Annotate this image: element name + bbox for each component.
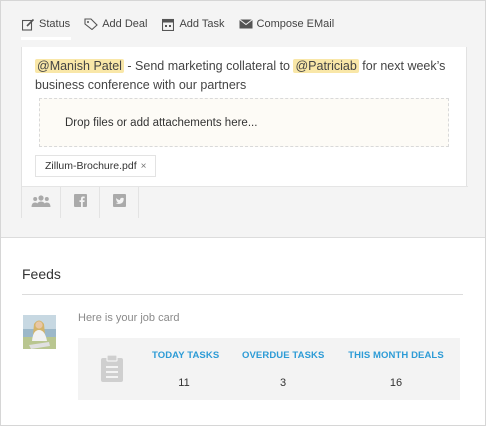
stat-label: THIS MONTH DEALS xyxy=(348,350,444,361)
tab-add-deal-label: Add Deal xyxy=(102,18,148,30)
job-card-label: Here is your job card xyxy=(78,312,180,324)
mention-tag[interactable]: @Manish Patel xyxy=(35,59,124,73)
share-toolbar xyxy=(22,186,468,218)
tab-add-task[interactable]: Add Task xyxy=(161,17,225,31)
attachment-dropzone[interactable]: Drop files or add attachements here... xyxy=(39,98,449,147)
composer-tabs: Status Add Deal Add Task Compose EMail xyxy=(21,14,348,34)
avatar[interactable] xyxy=(23,315,56,349)
stat-label: TODAY TASKS xyxy=(152,350,220,361)
attachment-name: Zillum-Brochure.pdf xyxy=(45,160,137,172)
composer-panel: Status Add Deal Add Task Compose EMail @… xyxy=(1,1,485,238)
clipboard-icon xyxy=(101,354,123,387)
stat-overdue-tasks[interactable]: OVERDUE TASKS 3 xyxy=(242,350,324,389)
tab-add-task-label: Add Task xyxy=(179,18,225,30)
feeds-divider xyxy=(22,294,463,295)
facebook-icon xyxy=(73,193,87,212)
tab-add-deal[interactable]: Add Deal xyxy=(84,17,147,31)
stat-label: OVERDUE TASKS xyxy=(242,350,325,361)
mention-tag[interactable]: @Patriciab xyxy=(293,59,359,73)
twitter-icon xyxy=(112,193,126,212)
status-message[interactable]: @Manish Patel - Send marketing collatera… xyxy=(35,57,455,95)
attachment-chip: Zillum-Brochure.pdf × xyxy=(35,155,157,177)
feeds-heading: Feeds xyxy=(22,266,61,282)
job-card: TODAY TASKS 11 OVERDUE TASKS 3 THIS MONT… xyxy=(78,338,460,400)
tab-compose-email[interactable]: Compose EMail xyxy=(238,17,335,31)
envelope-icon xyxy=(238,17,253,31)
stat-this-month-deals[interactable]: THIS MONTH DEALS 16 xyxy=(348,350,444,389)
active-tab-indicator xyxy=(21,37,71,40)
status-composer[interactable]: @Manish Patel - Send marketing collatera… xyxy=(21,47,468,218)
stat-value: 16 xyxy=(389,377,403,389)
share-facebook-button[interactable] xyxy=(61,187,100,218)
share-people-button[interactable] xyxy=(22,187,61,218)
edit-icon xyxy=(21,17,35,31)
share-twitter-button[interactable] xyxy=(100,187,139,218)
calendar-icon xyxy=(161,17,175,31)
dropzone-label: Drop files or add attachements here... xyxy=(65,116,258,129)
app-frame: Status Add Deal Add Task Compose EMail @… xyxy=(0,0,486,426)
tab-status-label: Status xyxy=(39,18,71,30)
remove-attachment-button[interactable]: × xyxy=(141,161,147,172)
tag-icon xyxy=(84,17,98,31)
stat-today-tasks[interactable]: TODAY TASKS 11 xyxy=(152,350,220,389)
message-text: - Send marketing collateral to xyxy=(123,59,294,73)
stat-value: 3 xyxy=(279,377,287,389)
stat-value: 11 xyxy=(178,377,190,389)
people-icon xyxy=(31,194,51,212)
tab-compose-email-label: Compose EMail xyxy=(256,18,335,30)
tab-status[interactable]: Status xyxy=(21,17,70,31)
